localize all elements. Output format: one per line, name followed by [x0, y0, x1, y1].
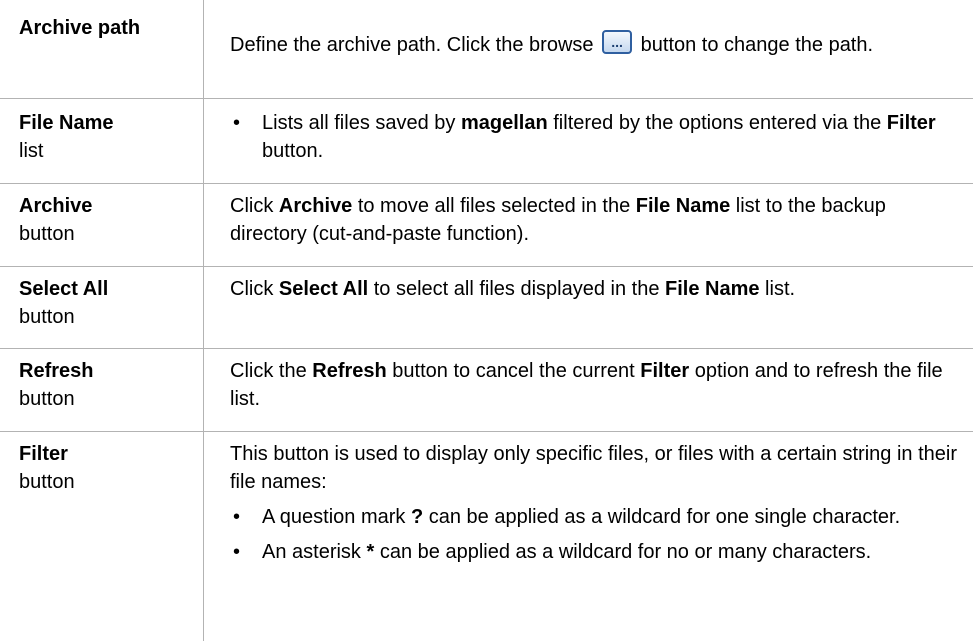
- label-rest: button: [19, 388, 75, 410]
- desc-bold: Filter: [886, 112, 936, 134]
- desc-text: list.: [759, 278, 796, 300]
- browse-button-icon: ...: [602, 30, 633, 54]
- desc-bold: Archive: [278, 195, 353, 217]
- desc-text: can be applied as a wildcard for one sin…: [423, 506, 901, 528]
- label-bold: File Name: [19, 112, 114, 134]
- label-filter-button: Filter button: [19, 440, 75, 496]
- browse-icon-dots: ...: [611, 34, 623, 50]
- document-table: Archive path Define the archive path. Cl…: [0, 0, 973, 641]
- label-rest: button: [19, 306, 75, 328]
- list-item: • A question mark ? can be applied as a …: [230, 503, 960, 531]
- desc-text: Click: [230, 278, 279, 300]
- row-divider: [0, 431, 973, 432]
- desc-text: filtered by the options entered via the: [547, 112, 887, 134]
- label-bold: Select All: [19, 278, 109, 300]
- desc-bold: Refresh: [312, 360, 387, 382]
- row-divider: [0, 98, 973, 99]
- desc-text: A question mark: [262, 506, 411, 528]
- desc-text: can be applied as a wildcard for no or m…: [374, 541, 872, 563]
- label-rest: button: [19, 223, 75, 245]
- desc-text: Click: [230, 195, 279, 217]
- label-select-all-button: Select All button: [19, 275, 108, 331]
- desc-text: Click the: [230, 360, 313, 382]
- label-archive-button: Archive button: [19, 192, 92, 248]
- bullet: •: [233, 541, 241, 563]
- label-archive-path: Archive path: [19, 17, 141, 39]
- desc-filter-button: This button is used to display only spec…: [230, 440, 960, 566]
- label-rest: list: [19, 140, 44, 162]
- row-divider: [0, 183, 973, 184]
- desc-bold: ?: [410, 506, 424, 528]
- desc-bold: File Name: [665, 278, 760, 300]
- desc-bold: Filter: [640, 360, 690, 382]
- desc-text: button.: [262, 140, 324, 162]
- desc-archive-button: Click Archive to move all files selected…: [230, 192, 960, 248]
- label-bold: Filter: [19, 443, 68, 465]
- label-bold: Archive: [19, 195, 93, 217]
- label-bold: Refresh: [19, 360, 94, 382]
- desc-text: An asterisk: [262, 541, 367, 563]
- desc-text: Lists all files saved by: [262, 112, 461, 134]
- desc-select-all-button: Click Select All to select all files dis…: [230, 275, 960, 303]
- bullet: •: [233, 506, 241, 528]
- row-divider: [0, 348, 973, 349]
- list-item: • An asterisk * can be applied as a wild…: [230, 538, 960, 566]
- desc-text: to select all files displayed in the: [368, 278, 666, 300]
- label-refresh-button: Refresh button: [19, 357, 93, 413]
- desc-intro: This button is used to display only spec…: [230, 443, 957, 493]
- bullet: •: [233, 112, 241, 134]
- label-file-name-list: File Name list: [19, 109, 113, 165]
- desc-bold: File Name: [635, 195, 731, 217]
- desc-bold: magellan: [460, 112, 548, 134]
- label-rest: button: [19, 471, 75, 493]
- column-divider: [203, 0, 204, 641]
- desc-text: to move all files selected in the: [352, 195, 636, 217]
- desc-text: Define the archive path. Click the brows…: [230, 34, 600, 56]
- desc-bold: Select All: [278, 278, 369, 300]
- desc-text: button to cancel the current: [386, 360, 641, 382]
- desc-refresh-button: Click the Refresh button to cancel the c…: [230, 357, 960, 413]
- desc-text: button to change the path.: [635, 34, 874, 56]
- row-divider: [0, 266, 973, 267]
- desc-archive-path: Define the archive path. Click the brows…: [230, 30, 960, 59]
- desc-file-name-list: • Lists all files saved by magellan filt…: [230, 109, 973, 165]
